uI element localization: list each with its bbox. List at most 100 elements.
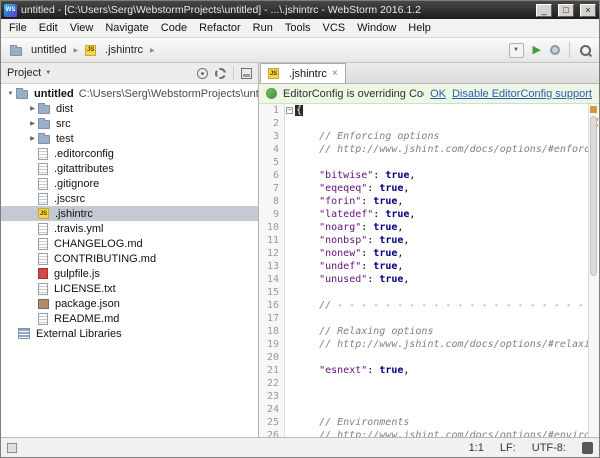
locate-icon[interactable] [197, 68, 208, 79]
code-line-11[interactable]: 11 "nonbsp": true, [259, 234, 588, 247]
line-number[interactable]: 26 [259, 429, 285, 437]
tree-item-readme-md[interactable]: README.md [1, 311, 258, 326]
code-line-19[interactable]: 19 // http://www.jshint.com/docs/options… [259, 338, 588, 351]
line-number[interactable]: 15 [259, 286, 285, 299]
line-number[interactable]: 9 [259, 208, 285, 221]
scrollbar-thumb[interactable] [590, 116, 597, 276]
line-number[interactable]: 20 [259, 351, 285, 364]
tree-item-jscsrc[interactable]: .jscsrc [1, 191, 258, 206]
tree-item-root-untitled[interactable]: ▼ untitled C:\Users\Serg\WebstormProject… [1, 86, 258, 101]
code-line-6[interactable]: 6 "bitwise": true, [259, 169, 588, 182]
tab-close-icon[interactable]: × [332, 69, 338, 79]
encoding-widget[interactable]: UTF-8: [532, 442, 566, 454]
breadcrumb-file[interactable]: JS .jshintrc [83, 43, 145, 57]
tree-item-gitignore[interactable]: .gitignore [1, 176, 258, 191]
tree-item-jshintrc[interactable]: JS.jshintrc [1, 206, 258, 221]
line-number[interactable]: 17 [259, 312, 285, 325]
search-icon[interactable] [579, 44, 592, 57]
line-number[interactable]: 24 [259, 403, 285, 416]
menu-item-view[interactable]: View [64, 19, 100, 37]
tree-item-editorconfig[interactable]: .editorconfig [1, 146, 258, 161]
line-number[interactable]: 3 [259, 130, 285, 143]
menu-item-vcs[interactable]: VCS [317, 19, 352, 37]
code-line-23[interactable]: 23 [259, 390, 588, 403]
banner-disable-link[interactable]: Disable EditorConfig support [452, 88, 592, 100]
breadcrumb-project[interactable]: untitled [8, 43, 68, 57]
line-number[interactable]: 11 [259, 234, 285, 247]
line-number[interactable]: 23 [259, 390, 285, 403]
hide-panel-icon[interactable] [241, 68, 252, 79]
code-line-26[interactable]: 26 // http://www.jshint.com/docs/options… [259, 429, 588, 437]
code-line-14[interactable]: 14 "unused": true, [259, 273, 588, 286]
code-line-16[interactable]: 16 // - - - - - - - - - - - - - - - - - … [259, 299, 588, 312]
tree-item-license-txt[interactable]: LICENSE.txt [1, 281, 258, 296]
tree-item-changelog-md[interactable]: CHANGELOG.md [1, 236, 258, 251]
inspection-indicator-icon[interactable] [590, 106, 597, 113]
run-config-chevron-icon[interactable]: ▼ [509, 43, 524, 58]
code-line-21[interactable]: 21 "esnext": true, [259, 364, 588, 377]
tree-item-package-json[interactable]: package.json [1, 296, 258, 311]
tree-item-test[interactable]: ▶test [1, 131, 258, 146]
line-number[interactable]: 10 [259, 221, 285, 234]
line-number[interactable]: 2 [259, 117, 285, 130]
menu-item-file[interactable]: File [3, 19, 33, 37]
line-number[interactable]: 19 [259, 338, 285, 351]
code-line-5[interactable]: 5 [259, 156, 588, 169]
fold-minus-icon[interactable]: − [286, 107, 293, 114]
line-number[interactable]: 25 [259, 416, 285, 429]
tree-item-gitattributes[interactable]: .gitattributes [1, 161, 258, 176]
tab-jshintrc[interactable]: JS .jshintrc × [260, 63, 346, 83]
close-button[interactable]: × [580, 4, 596, 17]
line-number[interactable]: 6 [259, 169, 285, 182]
code-line-18[interactable]: 18 // Relaxing options [259, 325, 588, 338]
line-number[interactable]: 14 [259, 273, 285, 286]
project-panel-title[interactable]: Project [7, 67, 41, 79]
code-line-1[interactable]: 1−{ [259, 104, 588, 117]
line-number[interactable]: 8 [259, 195, 285, 208]
tree-item-contributing-md[interactable]: CONTRIBUTING.md [1, 251, 258, 266]
fold-marker-icon[interactable]: − [285, 104, 295, 117]
line-number[interactable]: 13 [259, 260, 285, 273]
code-line-8[interactable]: 8 "forin": true, [259, 195, 588, 208]
menu-item-edit[interactable]: Edit [33, 19, 64, 37]
run-button[interactable]: ▶ [533, 45, 541, 56]
code-line-3[interactable]: 3 // Enforcing options [259, 130, 588, 143]
code-line-25[interactable]: 25 // Environments [259, 416, 588, 429]
code-editor[interactable]: 1−{23 // Enforcing options4 // http://ww… [259, 104, 599, 437]
menu-item-window[interactable]: Window [351, 19, 402, 37]
code-line-9[interactable]: 9 "latedef": true, [259, 208, 588, 221]
code-line-12[interactable]: 12 "nonew": true, [259, 247, 588, 260]
maximize-button[interactable]: □ [558, 4, 574, 17]
toolwindow-toggle-icon[interactable] [7, 443, 17, 453]
line-separator-widget[interactable]: LF: [500, 442, 516, 454]
chevron-collapsed-icon[interactable]: ▶ [27, 135, 38, 142]
editor-scrollbar[interactable] [588, 104, 599, 437]
tree-item-dist[interactable]: ▶dist [1, 101, 258, 116]
code-line-20[interactable]: 20 [259, 351, 588, 364]
menu-item-help[interactable]: Help [402, 19, 437, 37]
chevron-expanded-icon[interactable]: ▼ [5, 91, 16, 97]
code-line-10[interactable]: 10 "noarg": true, [259, 221, 588, 234]
chevron-collapsed-icon[interactable]: ▶ [27, 105, 38, 112]
caret-position-widget[interactable]: 1:1 [469, 442, 484, 454]
line-number[interactable]: 16 [259, 299, 285, 312]
tree-item-src[interactable]: ▶src [1, 116, 258, 131]
menu-item-navigate[interactable]: Navigate [99, 19, 154, 37]
hector-inspection-icon[interactable] [582, 442, 593, 454]
code-line-7[interactable]: 7 "eqeqeq": true, [259, 182, 588, 195]
settings-gear-icon[interactable] [215, 68, 226, 79]
line-number[interactable]: 18 [259, 325, 285, 338]
code-line-13[interactable]: 13 "undef": true, [259, 260, 588, 273]
minimize-button[interactable]: _ [536, 4, 552, 17]
chevron-down-icon[interactable]: ▼ [45, 70, 51, 76]
tree-item-gulpfile-js[interactable]: gulpfile.js [1, 266, 258, 281]
line-number[interactable]: 21 [259, 364, 285, 377]
line-number[interactable]: 12 [259, 247, 285, 260]
code-line-4[interactable]: 4 // http://www.jshint.com/docs/options/… [259, 143, 588, 156]
code-line-17[interactable]: 17 [259, 312, 588, 325]
debug-icon[interactable] [550, 45, 560, 55]
line-number[interactable]: 4 [259, 143, 285, 156]
code-line-2[interactable]: 2 [259, 117, 588, 130]
line-number[interactable]: 7 [259, 182, 285, 195]
chevron-collapsed-icon[interactable]: ▶ [27, 120, 38, 127]
